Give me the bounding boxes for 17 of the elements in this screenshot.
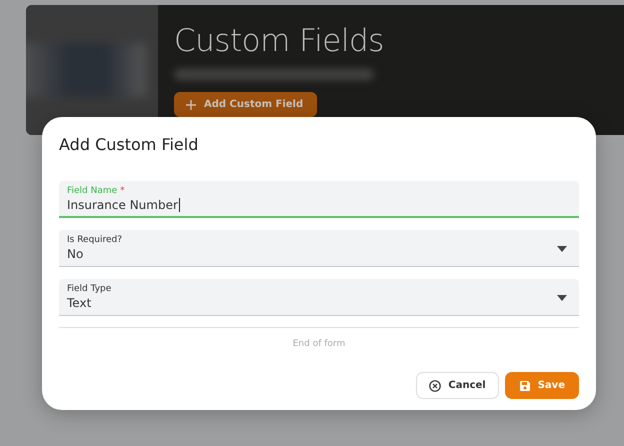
dropdown-arrow-icon — [557, 295, 567, 301]
end-of-form-note: End of form — [292, 339, 346, 349]
page-title: Custom Fields — [174, 23, 384, 59]
field-label: Field Name * — [67, 186, 125, 196]
field-label: Is Required? — [67, 235, 122, 245]
field-value: No — [67, 247, 84, 261]
dropdown-field[interactable]: Field Type Text — [59, 279, 579, 316]
dropdown-arrow-icon — [557, 246, 567, 252]
field-value: Insurance Number — [67, 198, 180, 212]
field-label: Field Type — [67, 284, 112, 294]
cancel-button[interactable]: Cancel — [416, 372, 499, 399]
plus-icon — [186, 100, 196, 110]
input-field[interactable]: Field Name * Insurance Number — [59, 181, 579, 218]
dialog-title: Add Custom Field — [59, 135, 198, 154]
close-circle-icon — [429, 380, 442, 392]
field-value: Text — [67, 296, 92, 310]
dropdown-field[interactable]: Is Required? No — [59, 230, 579, 267]
